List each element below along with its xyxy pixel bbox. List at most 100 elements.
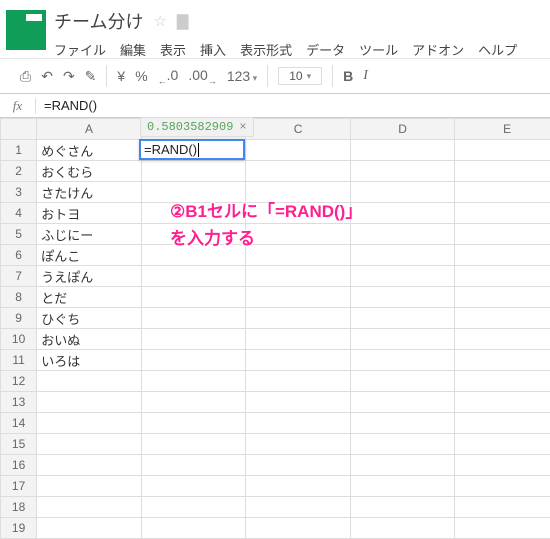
menu-data[interactable]: データ <box>306 40 345 59</box>
row-header[interactable]: 18 <box>1 497 37 518</box>
cell[interactable] <box>455 140 550 161</box>
cell[interactable] <box>350 182 455 203</box>
cell[interactable] <box>246 497 351 518</box>
redo-icon[interactable] <box>63 68 75 85</box>
cell[interactable] <box>246 518 351 539</box>
row-header[interactable]: 12 <box>1 371 37 392</box>
cell[interactable] <box>350 245 455 266</box>
cell[interactable] <box>141 455 246 476</box>
col-header-A[interactable]: A <box>37 119 142 140</box>
row-header[interactable]: 4 <box>1 203 37 224</box>
row-header[interactable]: 10 <box>1 329 37 350</box>
cell[interactable] <box>246 308 351 329</box>
cell[interactable] <box>455 161 550 182</box>
row-header[interactable]: 8 <box>1 287 37 308</box>
cell[interactable] <box>141 476 246 497</box>
print-icon[interactable] <box>20 68 31 85</box>
cell[interactable]: おトヨ <box>37 203 142 224</box>
cell[interactable] <box>246 413 351 434</box>
active-cell-editor[interactable]: =RAND() <box>139 139 245 160</box>
cell[interactable]: ぽんこ <box>37 245 142 266</box>
select-all-corner[interactable] <box>1 119 37 140</box>
cell[interactable] <box>350 140 455 161</box>
cell[interactable] <box>141 203 246 224</box>
cell[interactable] <box>246 350 351 371</box>
menu-addons[interactable]: アドオン <box>412 40 464 59</box>
cell[interactable] <box>141 497 246 518</box>
row-header[interactable]: 17 <box>1 476 37 497</box>
row-header[interactable]: 9 <box>1 308 37 329</box>
number-format-dropdown[interactable]: 123 <box>227 68 257 84</box>
cell[interactable] <box>246 203 351 224</box>
menu-tools[interactable]: ツール <box>359 40 398 59</box>
cell[interactable] <box>37 371 142 392</box>
row-header[interactable]: 2 <box>1 161 37 182</box>
cell[interactable] <box>246 476 351 497</box>
menu-insert[interactable]: 挿入 <box>200 40 226 59</box>
cell[interactable] <box>141 161 246 182</box>
star-icon[interactable]: ☆ <box>153 12 166 30</box>
row-header[interactable]: 11 <box>1 350 37 371</box>
cell[interactable]: さたけん <box>37 182 142 203</box>
cell[interactable] <box>141 518 246 539</box>
cell[interactable] <box>141 245 246 266</box>
cell[interactable] <box>37 497 142 518</box>
menu-help[interactable]: ヘルプ <box>478 40 517 59</box>
cell[interactable] <box>37 413 142 434</box>
cell[interactable]: ふじにー <box>37 224 142 245</box>
cell[interactable] <box>37 518 142 539</box>
undo-icon[interactable] <box>41 68 53 85</box>
cell[interactable] <box>350 476 455 497</box>
cell[interactable] <box>455 182 550 203</box>
cell[interactable] <box>141 434 246 455</box>
cell[interactable] <box>141 308 246 329</box>
menu-view[interactable]: 表示 <box>160 40 186 59</box>
cell[interactable] <box>455 350 550 371</box>
cell[interactable] <box>455 224 550 245</box>
currency-button[interactable] <box>117 68 125 84</box>
close-icon[interactable]: × <box>239 120 246 134</box>
menu-edit[interactable]: 編集 <box>120 40 146 59</box>
row-header[interactable]: 6 <box>1 245 37 266</box>
cell[interactable] <box>141 392 246 413</box>
cell[interactable] <box>455 287 550 308</box>
cell[interactable]: おくむら <box>37 161 142 182</box>
row-header[interactable]: 7 <box>1 266 37 287</box>
cell[interactable] <box>246 329 351 350</box>
cell[interactable] <box>455 497 550 518</box>
bold-button[interactable]: B <box>343 68 353 84</box>
cell[interactable] <box>246 161 351 182</box>
cell[interactable] <box>350 518 455 539</box>
cell[interactable]: とだ <box>37 287 142 308</box>
cell[interactable] <box>455 518 550 539</box>
cell[interactable] <box>455 371 550 392</box>
cell[interactable] <box>350 371 455 392</box>
cell[interactable] <box>455 203 550 224</box>
cell[interactable] <box>141 329 246 350</box>
formula-input[interactable] <box>36 98 550 113</box>
spreadsheet-grid[interactable]: A B C D E 1めぐさん2おくむら3さたけん4おトヨ5ふじにー6ぽんこ7う… <box>0 118 550 539</box>
cell[interactable] <box>455 476 550 497</box>
cell[interactable] <box>246 287 351 308</box>
row-header[interactable]: 1 <box>1 140 37 161</box>
cell[interactable]: めぐさん <box>37 140 142 161</box>
menu-format[interactable]: 表示形式 <box>240 40 292 59</box>
cell[interactable] <box>455 434 550 455</box>
cell[interactable] <box>455 392 550 413</box>
cell[interactable]: うえぽん <box>37 266 142 287</box>
cell[interactable] <box>246 266 351 287</box>
col-header-E[interactable]: E <box>455 119 550 140</box>
row-header[interactable]: 13 <box>1 392 37 413</box>
cell[interactable] <box>246 392 351 413</box>
cell[interactable] <box>350 392 455 413</box>
font-size-input[interactable]: 10 ▾ <box>278 67 322 85</box>
cell[interactable] <box>350 224 455 245</box>
cell[interactable] <box>37 434 142 455</box>
cell[interactable] <box>350 203 455 224</box>
cell[interactable] <box>350 161 455 182</box>
cell[interactable] <box>141 287 246 308</box>
row-header[interactable]: 16 <box>1 455 37 476</box>
row-header[interactable]: 15 <box>1 434 37 455</box>
row-header[interactable]: 5 <box>1 224 37 245</box>
cell[interactable] <box>246 371 351 392</box>
